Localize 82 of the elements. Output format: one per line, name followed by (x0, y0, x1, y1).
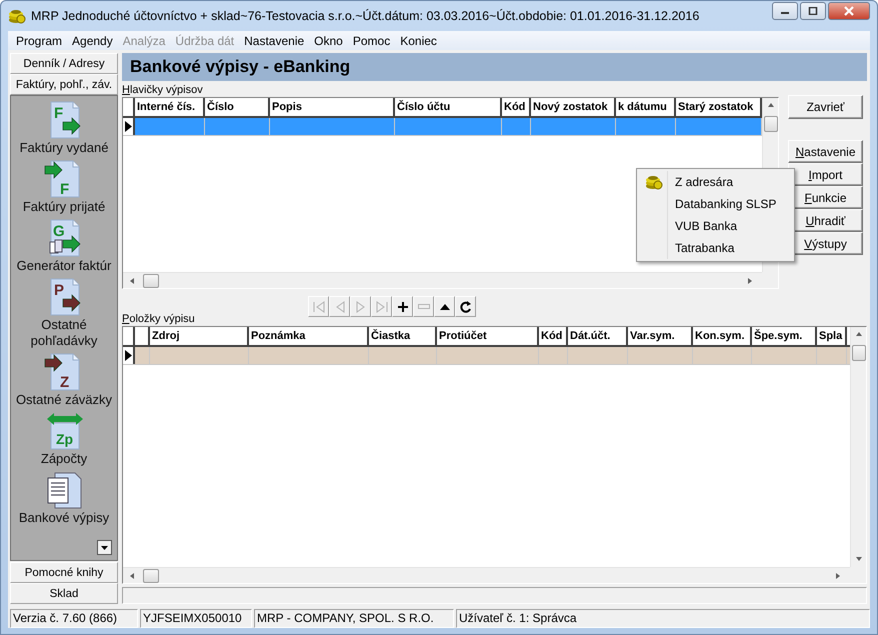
horizontal-scrollbar[interactable] (123, 567, 850, 583)
scrollbar-thumb[interactable] (852, 345, 866, 361)
vertical-scrollbar[interactable] (850, 327, 866, 567)
status-pane: MRP - COMPANY, SPOL. S R.O. (254, 609, 454, 628)
menu-item[interactable]: Okno (309, 34, 348, 48)
row-pointer-icon (124, 121, 132, 132)
column-header[interactable]: Protiúčet (437, 327, 539, 345)
action-button[interactable]: Import (788, 163, 863, 186)
context-menu-item[interactable]: VUB Banka (675, 219, 738, 233)
minimize-button[interactable] (772, 2, 798, 20)
action-button[interactable]: Nastavenie (788, 140, 863, 163)
scroll-down-icon[interactable] (854, 555, 862, 563)
navigator-button[interactable] (434, 296, 455, 317)
navigation-item[interactable]: Faktúry prijaté (12, 199, 116, 215)
grid-label: Hlavičky výpisov (122, 84, 204, 97)
menu-item[interactable]: Agendy (67, 34, 118, 48)
column-header[interactable]: Poznámka (249, 327, 369, 345)
section-button[interactable]: Faktúry, pohľ., záv. (10, 74, 118, 95)
navigation-item[interactable]: Faktúry vydané (12, 140, 116, 156)
minus-icon (418, 304, 430, 309)
scrollbar-thumb[interactable] (764, 116, 778, 132)
scroll-right-icon[interactable] (746, 276, 754, 284)
context-menu-item[interactable]: Databanking SLSP (675, 197, 776, 211)
scroll-up-icon[interactable] (854, 331, 862, 339)
menu-item[interactable]: Koniec (395, 34, 442, 48)
column-header[interactable]: Kon.sym. (693, 327, 752, 345)
section-button[interactable]: Denník / Adresy (10, 53, 118, 74)
close-button[interactable] (828, 2, 870, 20)
column-header[interactable]: Nový zostatok (531, 98, 616, 116)
column-header[interactable]: Kód (539, 327, 568, 345)
column-header[interactable]: Spla (817, 327, 847, 345)
status-pane: Verzia č. 7.60 (866) (10, 609, 138, 628)
scrollbar-thumb[interactable] (143, 274, 159, 288)
context-menu-item[interactable]: Z adresára (675, 175, 734, 189)
navigation-item[interactable]: Bankové výpisy (12, 510, 116, 526)
scroll-left-icon[interactable] (129, 276, 137, 284)
row-pointer-icon (124, 350, 132, 361)
coins-icon (645, 174, 663, 190)
navigation-item[interactable]: Zápočty (12, 451, 116, 467)
navigation-item[interactable]: Ostatné záväzky (12, 392, 116, 408)
column-header[interactable]: Zdroj (150, 327, 249, 345)
refresh-icon (458, 298, 474, 314)
context-menu-item[interactable]: Tatrabanka (675, 241, 734, 255)
action-button[interactable]: Zavrieť (788, 95, 863, 119)
app-logo-icon (8, 8, 26, 24)
window-title: MRP Jednoduché účtovníctvo + sklad~76-Testovacia s.r.o.~Účt.dátum: 03.03.2016~Účt.obdobie: 01.01.2016-31.12.2016 (31, 9, 700, 23)
section-button[interactable]: Pomocné knihy (10, 562, 118, 583)
maximize-icon (808, 7, 818, 15)
close-icon (843, 6, 855, 16)
scroll-left-icon[interactable] (129, 572, 137, 580)
horizontal-scrollbar[interactable] (123, 272, 762, 288)
column-header[interactable]: Dát.účt. (568, 327, 628, 345)
column-header[interactable]: Starý zostatok (676, 98, 762, 116)
column-header[interactable]: Čiastka (369, 327, 437, 345)
navigator-button[interactable] (455, 296, 476, 317)
navigation-item[interactable]: Ostatné pohľadávky (12, 317, 116, 349)
maximize-button[interactable] (800, 2, 826, 20)
scroll-up-icon[interactable] (766, 102, 774, 110)
navigator-button[interactable] (392, 296, 413, 317)
column-header[interactable]: Popis (270, 98, 395, 116)
last-record-icon (374, 298, 390, 314)
column-header[interactable]: Špe.sym. (752, 327, 817, 345)
column-header[interactable]: Interné čís. (135, 98, 205, 116)
status-pane: Užívateľ č. 1: Správca (456, 609, 870, 628)
menu-item[interactable]: Program (11, 34, 68, 48)
grid-label: Položky výpisu (122, 313, 196, 326)
caret-icon (101, 546, 108, 550)
column-header[interactable]: Číslo (205, 98, 270, 116)
dropdown-button[interactable] (97, 540, 112, 555)
status-pane: YJFSEIMX050010 (140, 609, 252, 628)
menu-item[interactable]: Pomoc (348, 34, 396, 48)
section-button[interactable]: Sklad (10, 583, 118, 604)
menu-item[interactable]: Nastavenie (239, 34, 310, 48)
column-header[interactable]: Kód (502, 98, 531, 116)
column-header[interactable]: Číslo účtu (395, 98, 502, 116)
column-header[interactable]: k dátumu (616, 98, 676, 116)
navigation-item[interactable]: Generátor faktúr (12, 258, 116, 274)
first-record-icon (310, 298, 326, 314)
column-header[interactable]: Var.sym. (628, 327, 693, 345)
scroll-right-icon[interactable] (834, 572, 842, 580)
page-title: Bankové výpisy - eBanking (122, 53, 867, 81)
scrollbar-thumb[interactable] (143, 568, 159, 582)
